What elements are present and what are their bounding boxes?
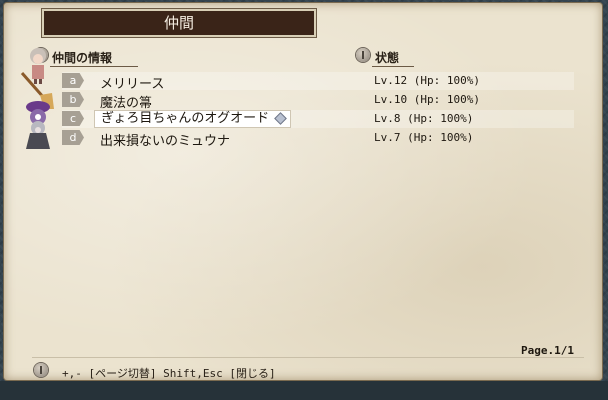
member-name: メリリース [100, 77, 165, 92]
member-name: ぎょろ目ちゃんのオグオード [94, 110, 292, 128]
party-member-row[interactable]: b 魔法の箒 Lv.10 (Hp: 100%) [62, 91, 574, 111]
party-info-header: 仲間の情報 [52, 51, 113, 65]
merilis-sprite-icon [30, 48, 46, 84]
party-member-row[interactable]: d 出来損ないのミュウナ Lv.7 (Hp: 100%) [62, 129, 574, 149]
member-status: Lv.12 (Hp: 100%) [374, 74, 480, 87]
window-title: 仲間 [163, 14, 194, 32]
bottom-bar [0, 381, 608, 400]
member-key-badge: d [62, 130, 84, 145]
window-title-bar: 仲間 [42, 9, 316, 37]
member-name: 魔法の箒 [100, 96, 153, 111]
party-member-row-selected[interactable]: c ぎょろ目ちゃんのオグオード Lv.8 (Hp: 100%) [62, 110, 574, 128]
member-status: Lv.7 (Hp: 100%) [374, 131, 474, 144]
miuna-sprite-icon [26, 121, 50, 149]
key-hint-text: +,- [ページ切替] Shift,Esc [閉じる] [62, 367, 276, 380]
page-indicator: Page.1/1 [521, 344, 574, 357]
member-name: 出来損ないのミュウナ [100, 134, 231, 149]
member-key-badge: b [62, 92, 84, 107]
member-key-badge: c [62, 111, 84, 126]
status-icon [356, 48, 370, 62]
footer-divider [32, 357, 584, 358]
hint-icon [34, 363, 48, 377]
header-underline [372, 66, 414, 67]
member-status: Lv.10 (Hp: 100%) [374, 93, 480, 106]
party-window: 仲間 仲間の情報 状態 a メリリース Lv.12 (Hp: 100%) b 魔… [4, 3, 602, 380]
header-underline [50, 66, 138, 67]
party-sprites [20, 48, 54, 149]
member-key-badge: a [62, 73, 84, 88]
selection-cursor-icon [275, 113, 286, 124]
member-status: Lv.8 (Hp: 100%) [374, 112, 474, 125]
party-member-row[interactable]: a メリリース Lv.12 (Hp: 100%) [62, 72, 574, 92]
status-header: 状態 [375, 51, 400, 65]
